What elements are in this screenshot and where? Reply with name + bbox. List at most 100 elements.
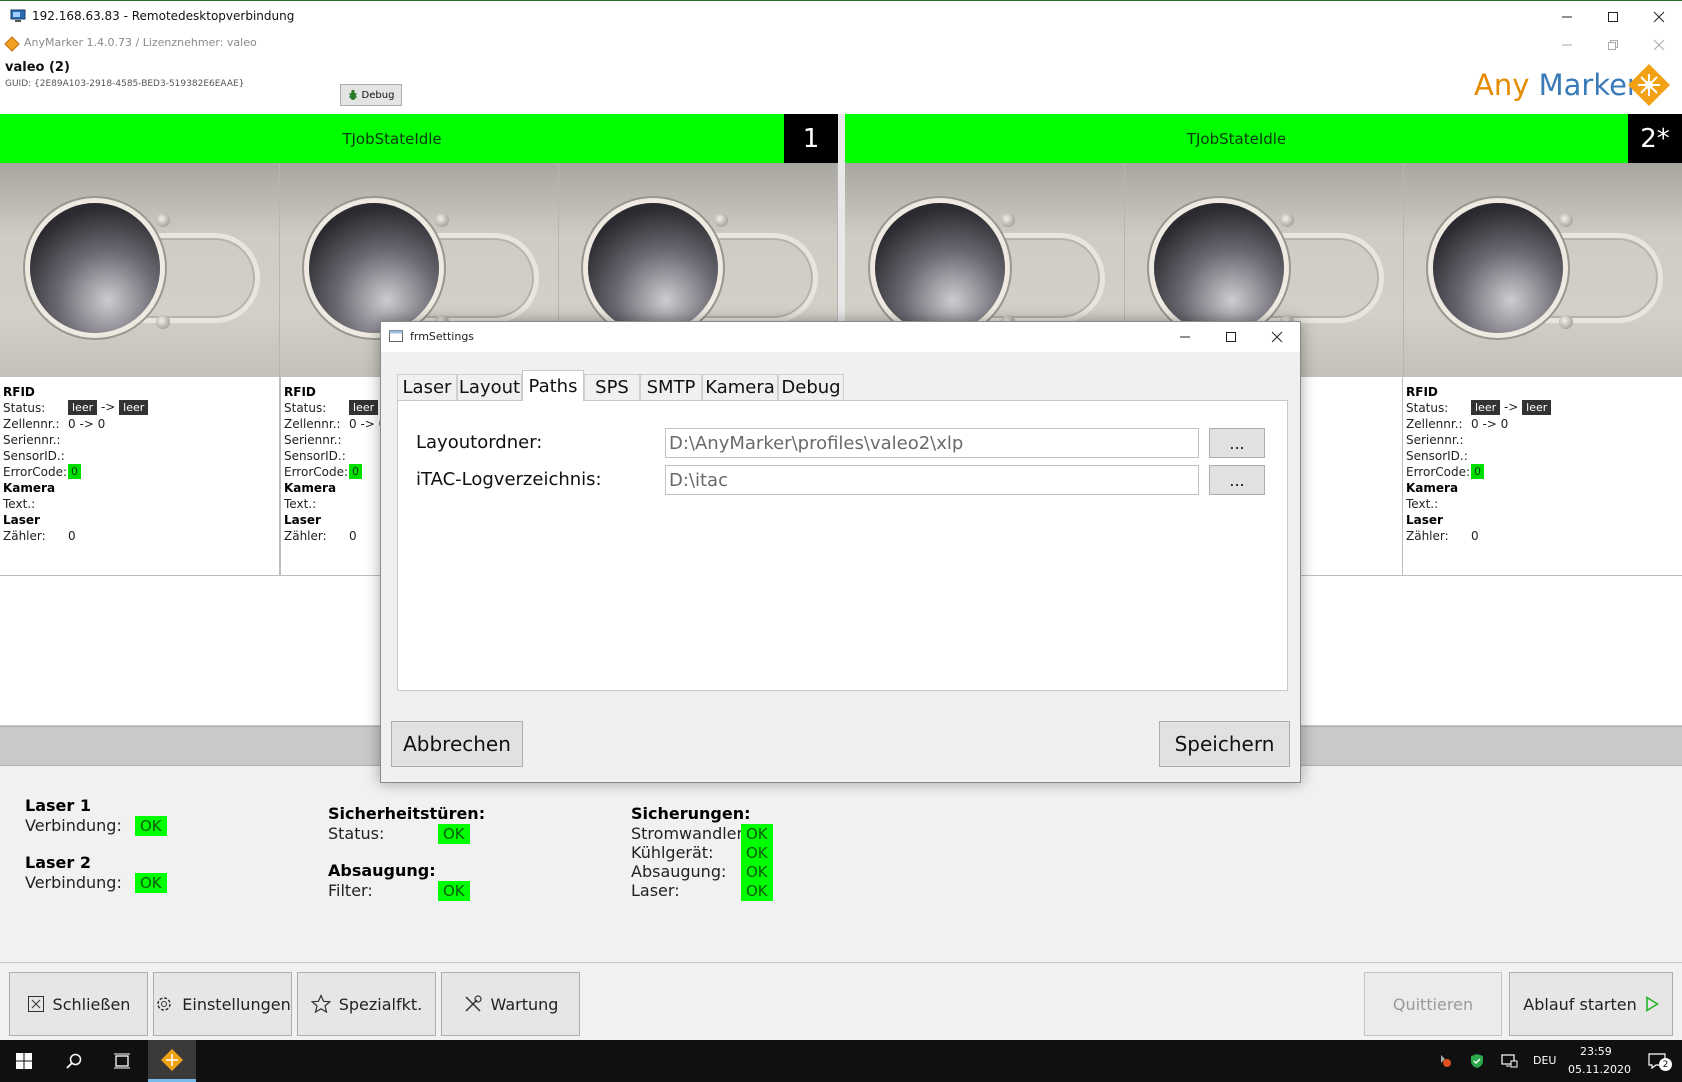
status-area: Laser 1 Verbindung: OK Laser 2 Verbindun… — [0, 766, 1682, 962]
dialog-close-button[interactable] — [1254, 322, 1300, 352]
logo-text: Any Marker — [1474, 68, 1639, 102]
tab-smtp[interactable]: SMTP — [640, 374, 702, 400]
network-icon — [1501, 1054, 1518, 1068]
laser2-connection-label: Verbindung: — [25, 873, 122, 892]
tab-sps[interactable]: SPS — [584, 374, 640, 400]
settings-button[interactable]: Einstellungen — [153, 972, 292, 1036]
clock-time[interactable]: 23:59 — [1580, 1045, 1612, 1058]
tray-network-icon[interactable] — [1494, 1040, 1524, 1082]
tray-security-icon[interactable] — [1462, 1040, 1492, 1082]
dialog-title: frmSettings — [410, 330, 475, 343]
save-button[interactable]: Speichern — [1159, 721, 1290, 767]
action-bar: Schließen Einstellungen Spezialfkt. Wart… — [0, 962, 1682, 1040]
anymarker-app-icon — [161, 1048, 183, 1071]
maintenance-button[interactable]: Wartung — [441, 972, 580, 1036]
anymarker-logo: Any Marker — [1470, 60, 1674, 110]
dialog-minimize-button[interactable] — [1162, 322, 1208, 352]
rdp-titlebar[interactable]: 192.168.63.83 - Remotedesktopverbindung — [0, 0, 1682, 32]
app-titlebar: AnyMarker 1.4.0.73 / Lizenznehmer: valeo — [0, 32, 1682, 58]
bug-icon — [348, 89, 357, 100]
job-1-state: TJobStateIdle — [0, 114, 784, 163]
task-view-icon — [114, 1053, 130, 1069]
fuse-label: Kühlgerät: — [631, 843, 714, 862]
laser2-connection-badge: OK — [135, 873, 167, 893]
shield-icon — [1471, 1054, 1483, 1068]
app-window-title: AnyMarker 1.4.0.73 / Lizenznehmer: valeo — [24, 36, 257, 49]
laser1-connection-label: Verbindung: — [25, 816, 122, 835]
fuse-badge: OK — [741, 862, 773, 882]
windows-taskbar: DEU 23:59 05.11.2020 2 — [0, 1040, 1682, 1082]
remote-desktop-icon — [10, 9, 26, 22]
tray-app-icon[interactable] — [1430, 1040, 1460, 1082]
app-minimize-button[interactable] — [1544, 32, 1590, 58]
window-icon — [389, 330, 403, 342]
maximize-icon — [1608, 12, 1618, 22]
fuse-label: Laser: — [631, 881, 680, 900]
minimize-icon — [1180, 336, 1190, 338]
rdp-close-button[interactable] — [1636, 1, 1682, 33]
logo-star-icon — [1628, 64, 1670, 106]
tab-laser[interactable]: Laser — [397, 374, 457, 400]
fuse-badge: OK — [741, 824, 773, 844]
notification-center-button[interactable]: 2 — [1636, 1040, 1678, 1082]
job-2-number: 2* — [1628, 114, 1682, 163]
flame-app-icon — [1441, 1055, 1451, 1067]
tab-layout[interactable]: Layout — [457, 374, 522, 400]
debug-button[interactable]: Debug — [340, 84, 402, 106]
dialog-maximize-button[interactable] — [1208, 322, 1254, 352]
layout-folder-browse-button[interactable]: ... — [1209, 428, 1265, 458]
anymarker-app-icon — [4, 36, 20, 52]
minimize-icon — [1562, 44, 1572, 46]
clock-date[interactable]: 05.11.2020 — [1568, 1063, 1631, 1076]
taskbar-anymarker-app[interactable] — [148, 1040, 196, 1082]
dialog-titlebar[interactable]: frmSettings — [381, 322, 1300, 352]
doors-status-label: Status: — [328, 824, 385, 843]
close-icon — [1653, 11, 1665, 23]
paths-tab-page: Layoutordner: ... iTAC-Logverzeichnis: .… — [397, 400, 1288, 691]
maximize-icon — [1226, 332, 1236, 342]
tools-icon — [465, 995, 482, 1012]
windows-logo-icon — [16, 1053, 32, 1069]
app-restore-button[interactable] — [1590, 32, 1636, 58]
layout-folder-input[interactable] — [665, 428, 1199, 458]
job-2-state: TJobStateIdle — [845, 114, 1628, 163]
settings-dialog: frmSettings Laser Layout Paths SPS SMTP … — [380, 321, 1301, 783]
close-icon — [1271, 331, 1283, 343]
task-view-button[interactable] — [98, 1040, 146, 1082]
suction-title: Absaugung: — [328, 861, 436, 880]
itac-log-dir-browse-button[interactable]: ... — [1209, 465, 1265, 495]
laser2-title: Laser 2 — [25, 853, 91, 872]
rdp-minimize-button[interactable] — [1544, 1, 1590, 33]
doors-title: Sicherheitstüren: — [328, 804, 486, 823]
fuse-label: Absaugung: — [631, 862, 727, 881]
input-language[interactable]: DEU — [1533, 1054, 1556, 1067]
app-close-button[interactable] — [1636, 32, 1682, 58]
fuse-label: Stromwandler: — [631, 824, 749, 843]
tab-paths[interactable]: Paths — [522, 370, 584, 401]
search-button[interactable] — [50, 1040, 98, 1082]
camera-cell — [0, 163, 280, 377]
close-app-button[interactable]: Schließen — [9, 972, 148, 1036]
debug-button-label: Debug — [361, 89, 395, 101]
star-icon — [310, 994, 331, 1014]
job-1-number: 1 — [784, 114, 838, 163]
tab-debug[interactable]: Debug — [778, 374, 844, 400]
acknowledge-button[interactable]: Quittieren — [1364, 972, 1502, 1036]
restore-icon — [1608, 40, 1618, 50]
fuse-badge: OK — [741, 881, 773, 901]
camera-cell — [1403, 163, 1682, 377]
play-icon — [1645, 996, 1659, 1012]
suction-filter-badge: OK — [438, 881, 470, 901]
start-sequence-button[interactable]: Ablauf starten — [1509, 972, 1673, 1036]
tab-kamera[interactable]: Kamera — [702, 374, 778, 400]
minimize-icon — [1562, 16, 1572, 18]
user-name: valeo (2) — [5, 60, 70, 75]
layout-folder-label: Layoutordner: — [416, 432, 543, 453]
start-button[interactable] — [0, 1040, 48, 1082]
notification-count: 2 — [1659, 1058, 1672, 1071]
cancel-button[interactable]: Abbrechen — [391, 721, 523, 767]
rdp-maximize-button[interactable] — [1590, 1, 1636, 33]
special-functions-button[interactable]: Spezialfkt. — [297, 972, 436, 1036]
itac-log-dir-input[interactable] — [665, 465, 1199, 495]
rdp-window-title: 192.168.63.83 - Remotedesktopverbindung — [32, 9, 295, 23]
